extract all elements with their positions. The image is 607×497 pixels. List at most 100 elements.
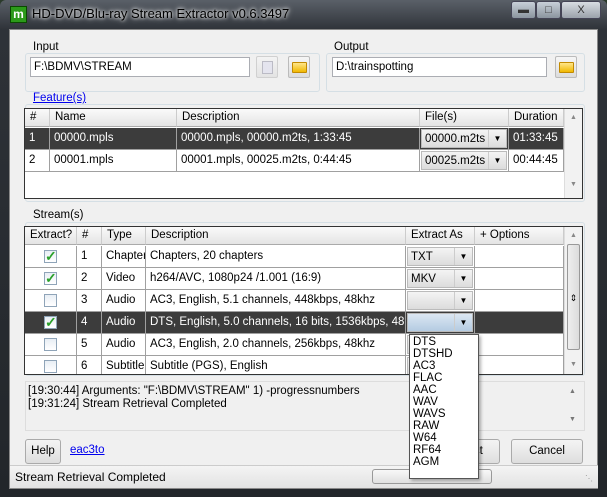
stream-row[interactable]: ✓ 4 Audio DTS, English, 5.0 channels, 16 bi… [25,312,564,334]
features-col-header[interactable]: Name [50,109,177,127]
extract-as-dropdown-list[interactable]: DTS DTSHD AC3 FLAC AAC WAV WAVS RAW W64 RF64 AGM [409,334,479,479]
extract-as-select[interactable]: MKV ▼ [407,269,473,288]
file-select[interactable]: 00025.m2ts ▼ [421,151,507,170]
features-link[interactable]: Feature(s) [31,92,89,104]
stream-options-cell[interactable] [475,334,564,356]
extract-as-select[interactable]: TXT ▼ [407,247,473,266]
stream-row[interactable]: 5 Audio AC3, English, 2.0 channels, 256kbp… [25,334,564,356]
feature-row[interactable]: 2 00001.mpls 00001.mpls, 00025.m2ts, 0:44:… [25,150,564,172]
stream-row[interactable]: ✓ 2 Video h264/AVC, 1080p24 /1.001 (16:9) MK… [25,268,564,290]
maximize-button[interactable]: □ [536,1,561,19]
output-label: Output [332,41,371,53]
dropdown-option[interactable]: DTS [410,336,478,348]
chevron-down-icon[interactable]: ▼ [488,152,506,169]
stream-options-cell[interactable] [475,356,564,374]
dropdown-option[interactable]: DTSHD [410,348,478,360]
extract-as-value: MKV [411,273,436,285]
dropdown-option[interactable]: FLAC [410,372,478,384]
scroll-up-icon[interactable]: ▲ [569,388,576,395]
browse-output-button[interactable] [555,56,577,78]
stream-row[interactable]: ✓ 1 Chapter Chapters, 20 chapters TXT ▼ [25,246,564,268]
streams-col-header[interactable]: Description [146,227,406,245]
chevron-down-icon[interactable]: ▼ [488,130,506,147]
features-scrollbar[interactable]: ▲ ▼ [564,109,582,198]
stream-row[interactable]: 3 Audio AC3, English, 5.1 channels, 448kbp… [25,290,564,312]
output-path-field[interactable]: D:\trainspotting [332,57,547,77]
feature-cell-description: 00001.mpls, 00025.m2ts, 0:44:45 [177,150,420,172]
file-select[interactable]: 00000.m2ts ▼ [421,129,507,148]
stream-cell-num: 2 [77,268,102,290]
features-col-header[interactable]: File(s) [420,109,509,127]
log-box[interactable]: [19:30:44] Arguments: "F:\BDMV\STREAM" 1… [25,381,585,431]
file-select-value: 00025.m2ts [425,155,486,167]
status-text: Stream Retrieval Completed [15,470,166,484]
scroll-down-icon[interactable]: ▼ [569,416,576,423]
scroll-thumb[interactable]: ⇕ [567,244,580,350]
dropdown-option[interactable]: WAV [410,396,478,408]
feature-cell-files: 00025.m2ts ▼ [420,150,509,172]
chevron-down-icon[interactable]: ▼ [454,314,472,331]
streams-col-header[interactable]: # [77,227,102,245]
dropdown-option[interactable]: RF64 [410,444,478,456]
extract-as-select[interactable]: ▼ [407,291,473,310]
scroll-down-icon[interactable]: ▼ [565,361,582,368]
dropdown-option[interactable]: WAVS [410,408,478,420]
dropdown-option[interactable]: W64 [410,432,478,444]
stream-cell-checked [25,356,77,374]
stream-cell-num: 3 [77,290,102,312]
streams-col-header[interactable]: Type [102,227,146,245]
status-bar: Stream Retrieval Completed ⋱ [10,465,598,488]
stream-cell-checked: ✓ [25,312,77,334]
stream-cell-checked [25,290,77,312]
stream-cell-checked [25,334,77,356]
scroll-up-icon[interactable]: ▲ [565,232,582,239]
streams-scrollbar[interactable]: ▲ ⇕ ▼ [564,227,582,374]
extract-checkbox[interactable]: ✓ [44,249,57,263]
close-button[interactable]: X [561,1,601,19]
minimize-button[interactable]: ▬ [511,1,536,19]
dropdown-option[interactable]: AC3 [410,360,478,372]
disc-button[interactable] [256,56,278,78]
extract-as-value: TXT [411,251,433,263]
stream-cell-checked: ✓ [25,246,77,268]
scroll-down-icon[interactable]: ▼ [565,181,582,188]
extract-checkbox[interactable] [44,338,57,351]
stream-row[interactable]: 6SubtitleSubtitle (PGS), English▼ [25,356,564,374]
disc-icon [262,61,273,74]
features-col-header[interactable]: # [25,109,50,127]
dropdown-option[interactable]: AAC [410,384,478,396]
streams-col-header[interactable]: Extract As [406,227,475,245]
streams-col-header[interactable]: + Options [475,227,564,245]
stream-options-cell[interactable] [475,246,564,268]
extract-checkbox[interactable] [44,294,57,307]
extract-checkbox[interactable]: ✓ [44,271,57,285]
cancel-button[interactable]: Cancel [511,439,583,464]
feature-row[interactable]: 1 00000.mpls 00000.mpls, 00000.m2ts, 1:33:… [25,128,564,150]
features-col-header[interactable]: Duration [509,109,564,127]
stream-options-cell[interactable] [475,290,564,312]
window-title: HD-DVD/Blu-ray Stream Extractor v0.6.349… [32,6,290,21]
extract-checkbox[interactable] [44,360,57,373]
features-col-header[interactable]: Description [177,109,420,127]
browse-input-button[interactable] [288,56,310,78]
stream-cell-description: AC3, English, 2.0 channels, 256kbps, 48k… [146,334,406,356]
feature-cell-duration: 00:44:45 [509,150,564,172]
stream-options-cell[interactable] [475,268,564,290]
log-line: [19:31:24] Stream Retrieval Completed [28,398,227,410]
dropdown-option[interactable]: AGM [410,456,478,468]
help-button[interactable]: Help [25,439,61,464]
dropdown-option[interactable]: RAW [410,420,478,432]
stream-cell-type: Audio [102,334,146,356]
chevron-down-icon[interactable]: ▼ [454,248,472,265]
extract-checkbox[interactable]: ✓ [44,315,57,329]
stream-options-cell[interactable] [475,312,564,334]
chevron-down-icon[interactable]: ▼ [454,270,472,287]
resize-grip-icon[interactable]: ⋱ [585,474,593,483]
streams-col-header[interactable]: Extract? [25,227,77,245]
stream-cell-description: Chapters, 20 chapters [146,246,406,268]
extract-as-select[interactable]: ▼ [407,313,473,332]
chevron-down-icon[interactable]: ▼ [454,292,472,309]
eac3to-link[interactable]: eac3to [70,444,105,456]
input-path-field[interactable]: F:\BDMV\STREAM [30,57,250,77]
scroll-up-icon[interactable]: ▲ [565,114,582,121]
